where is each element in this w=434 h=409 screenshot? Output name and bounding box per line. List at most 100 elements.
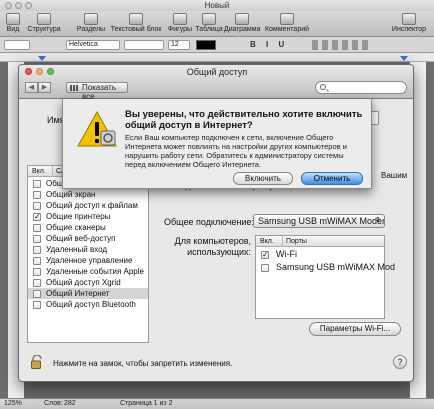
port-checkbox[interactable]: ✓ [261, 251, 269, 259]
ports-header-name[interactable]: Порты [282, 236, 307, 247]
description-partial: Вашим [381, 171, 408, 180]
ports-header-on[interactable]: Вкл. [260, 236, 274, 247]
service-checkbox[interactable] [33, 246, 41, 254]
page-indicator: Страница 1 из 2 [120, 400, 173, 407]
service-checkbox[interactable] [33, 224, 41, 232]
alignment-buttons[interactable] [312, 40, 372, 50]
wifi-options-button[interactable]: Параметры Wi-Fi... [309, 322, 401, 336]
service-row[interactable]: Удаленный вход [28, 244, 148, 255]
font-select[interactable]: Helvetica [66, 40, 120, 50]
typeface-select[interactable] [124, 40, 164, 50]
chart-icon [235, 13, 249, 25]
service-row[interactable]: Общие сканеры [28, 222, 148, 233]
forward-button[interactable]: ▶ [38, 82, 51, 93]
service-row[interactable]: Общий доступ к файлам [28, 200, 148, 211]
service-label: Общие принтеры [46, 212, 111, 221]
close-icon[interactable] [5, 2, 12, 9]
search-input[interactable] [315, 81, 407, 94]
service-checkbox[interactable] [33, 180, 41, 188]
pages-title: Новый [204, 1, 230, 10]
toolbar-view[interactable]: Вид [2, 11, 24, 37]
word-count-label: Слов: [44, 400, 63, 407]
service-label: Общий доступ Bluetooth [46, 300, 136, 309]
style-select[interactable] [4, 40, 30, 50]
status-bar: 125% Слов: 282 Страница 1 из 2 [0, 398, 434, 409]
service-row[interactable]: ✓ Общие принтеры [28, 211, 148, 222]
service-checkbox[interactable] [33, 191, 41, 199]
inspector-icon [402, 13, 416, 25]
alert-message: Если Ваш компьютер подключен к сети, вкл… [125, 133, 347, 169]
service-label: Общий веб-доступ [46, 234, 116, 243]
service-checkbox[interactable] [33, 202, 41, 210]
shared-connection-value: Samsung USB mWiMAX Modem [258, 216, 385, 226]
enable-button[interactable]: Включить [233, 172, 293, 185]
grid-icon [70, 85, 78, 91]
minimize-icon[interactable] [15, 2, 22, 9]
service-label: Общий доступ Xgrid [46, 278, 121, 287]
services-list[interactable]: Вкл. Сл Общий DVD/CDОбщий экранОбщий дос… [27, 165, 149, 343]
shapes-icon [173, 13, 187, 25]
font-size-select[interactable]: 12 [168, 40, 190, 50]
sharing-window: Общий доступ ◀ ▶ Показать все Имя Вкл. С… [18, 64, 414, 382]
window-title: Общий доступ [186, 67, 248, 77]
ports-table[interactable]: Вкл. Порты ✓ Wi-Fi Samsung USB mWiMAX Mod [255, 235, 395, 319]
text-color-swatch[interactable] [196, 40, 216, 50]
service-label: Общий Интернет [46, 289, 110, 298]
for-computers-label: Для компьютеров, использующих: [174, 236, 251, 257]
bold-italic-underline-buttons[interactable]: B I U [250, 40, 308, 50]
toolbar-shapes[interactable]: Фигуры [166, 11, 194, 37]
indent-marker-icon[interactable] [38, 56, 46, 61]
alert-title: Вы уверены, что действительно хотите вкл… [125, 109, 363, 131]
ruler [0, 53, 434, 62]
service-row[interactable]: Удаленные события Apple [28, 266, 148, 277]
service-checkbox[interactable]: ✓ [33, 213, 41, 221]
view-icon [6, 13, 20, 25]
ports-header: Вкл. Порты [256, 236, 384, 247]
service-label: Удаленные события Apple [46, 267, 144, 276]
word-count: 282 [64, 400, 76, 407]
toolbar-outline[interactable]: Структура [24, 11, 64, 37]
service-checkbox[interactable] [33, 268, 41, 276]
service-label: Общие сканеры [46, 223, 106, 232]
show-all-button[interactable]: Показать все [66, 82, 128, 101]
lock-icon[interactable] [31, 355, 43, 369]
service-checkbox[interactable] [33, 279, 41, 287]
service-row[interactable]: Общий Интернет [28, 288, 148, 299]
lock-text: Нажмите на замок, чтобы запретить измене… [53, 359, 233, 368]
service-row[interactable]: Общий доступ Xgrid [28, 277, 148, 288]
services-header-on[interactable]: Вкл. [32, 166, 46, 177]
service-checkbox[interactable] [33, 290, 41, 298]
help-button[interactable]: ? [393, 355, 407, 369]
port-row[interactable]: Samsung USB mWiMAX Mod [256, 261, 395, 274]
service-checkbox[interactable] [33, 235, 41, 243]
alert-sheet: Вы уверены, что действительно хотите вкл… [62, 99, 372, 189]
zoom-level[interactable]: 125% [4, 399, 22, 409]
warning-icon [77, 111, 117, 147]
port-label: Samsung USB mWiMAX Mod [276, 262, 396, 272]
port-checkbox[interactable] [261, 264, 269, 272]
service-checkbox[interactable] [33, 301, 41, 309]
zoom-icon[interactable] [25, 2, 32, 9]
service-row[interactable]: Общий веб-доступ [28, 233, 148, 244]
outline-icon [37, 13, 51, 25]
service-label: Общий экран [46, 190, 96, 199]
shared-connection-select[interactable]: Samsung USB mWiMAX Modem ⇕ [253, 214, 385, 228]
service-row[interactable]: Общий доступ Bluetooth [28, 299, 148, 310]
comment-icon [280, 13, 294, 25]
cancel-button[interactable]: Отменить [301, 172, 363, 185]
toolbar-sections[interactable]: Разделы [76, 11, 106, 37]
right-indent-marker-icon[interactable] [400, 56, 408, 61]
toolbar-chart[interactable]: Диаграмма [224, 11, 260, 37]
textbox-icon [129, 13, 143, 25]
toolbar-inspector[interactable]: Инспектор [388, 11, 430, 37]
service-checkbox[interactable] [33, 257, 41, 265]
toolbar-comment[interactable]: Комментарий [262, 11, 312, 37]
service-row[interactable]: Общий экран [28, 189, 148, 200]
port-row[interactable]: ✓ Wi-Fi [256, 248, 384, 261]
sections-icon [84, 13, 98, 25]
pages-toolbar: Вид Структура Разделы Текстовый блок Фиг… [0, 11, 434, 37]
toolbar-table[interactable]: Таблица [194, 11, 224, 37]
toolbar-textbox[interactable]: Текстовый блок [108, 11, 164, 37]
service-row[interactable]: Удаленное управление [28, 255, 148, 266]
back-button[interactable]: ◀ [25, 82, 38, 93]
